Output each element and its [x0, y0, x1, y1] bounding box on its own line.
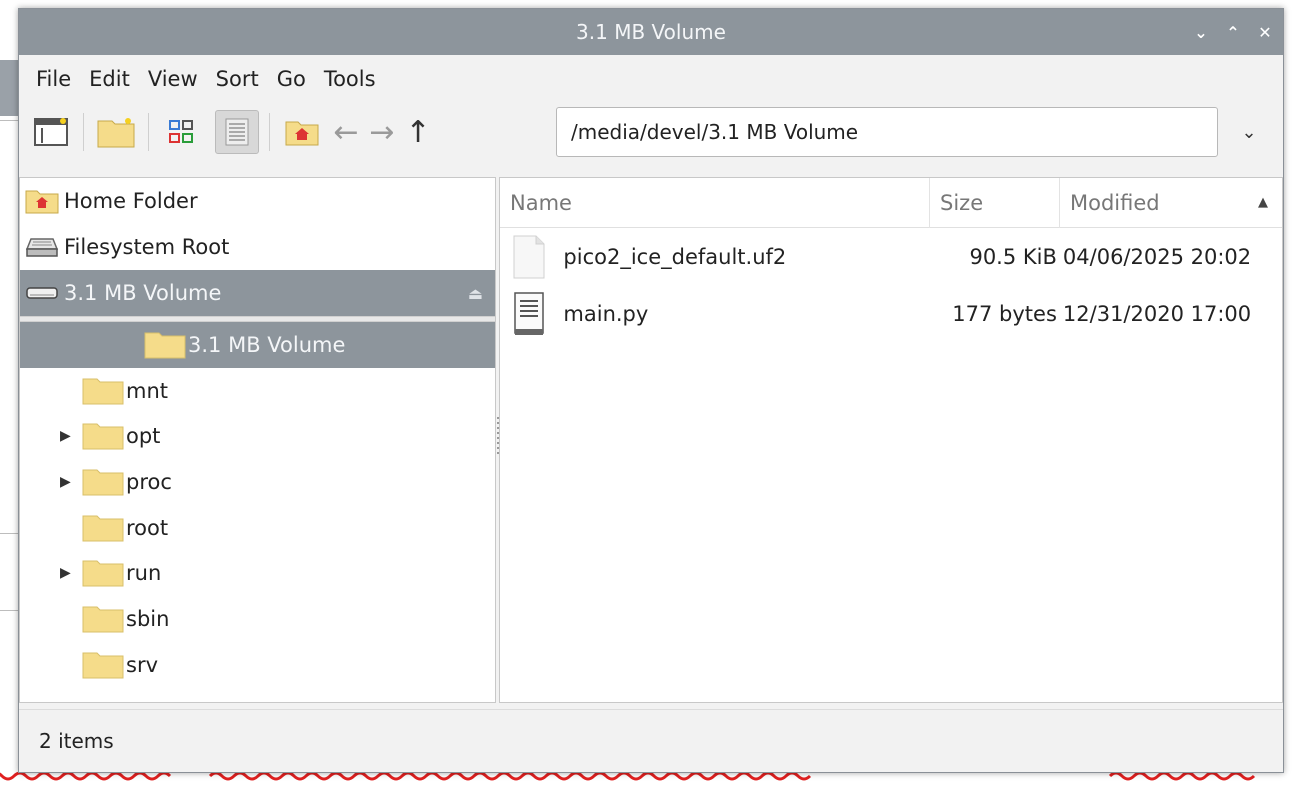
menu-bar: File Edit View Sort Go Tools	[19, 55, 1283, 103]
eject-icon[interactable]: ⏏	[468, 284, 483, 303]
expand-arrow-icon[interactable]: ▶	[60, 565, 71, 581]
column-modified[interactable]: Modified ▲	[1060, 178, 1282, 228]
icon-view-button[interactable]	[159, 110, 203, 154]
up-button[interactable]: ↑	[400, 115, 436, 150]
background-divider	[0, 533, 18, 534]
icon-view-icon	[169, 120, 193, 143]
folder-icon	[82, 423, 124, 450]
file-size: 90.5 KiB	[969, 244, 1057, 269]
place-label: 3.1 MB Volume	[64, 281, 222, 305]
expand-arrow-icon[interactable]: ▶	[60, 428, 71, 444]
tree-item-label: srv	[126, 652, 159, 677]
tree-item-label: sbin	[126, 606, 170, 631]
new-folder-button[interactable]	[94, 110, 138, 154]
menu-sort[interactable]: Sort	[207, 67, 268, 91]
toolbar-separator	[83, 113, 84, 151]
close-button[interactable]: ✕	[1257, 23, 1273, 42]
content-panes: Home Folder Filesystem Root 3.1 MB Volum…	[19, 177, 1283, 703]
place-filesystem-root[interactable]: Filesystem Root	[20, 224, 495, 270]
back-button[interactable]: ←	[328, 115, 364, 150]
sort-ascending-icon: ▲	[1258, 195, 1268, 210]
tree-item-label: opt	[126, 424, 161, 449]
place-label: Filesystem Root	[64, 235, 230, 259]
folder-icon	[82, 606, 124, 633]
folder-icon	[82, 515, 124, 542]
blank-file-icon	[506, 228, 551, 285]
window-controls: ⌄ ⌃ ✕	[1193, 9, 1273, 55]
folder-icon	[82, 378, 124, 405]
menu-edit[interactable]: Edit	[80, 67, 139, 91]
tree-item-label: 3.1 MB Volume	[188, 332, 346, 357]
menu-view[interactable]: View	[139, 67, 207, 91]
home-folder-icon	[285, 121, 319, 146]
folder-icon	[82, 652, 124, 679]
window-title: 3.1 MB Volume	[576, 20, 726, 44]
file-list: Name Size Modified ▲ pico2_ice_default.u…	[499, 177, 1283, 703]
place-label: Home Folder	[64, 189, 198, 213]
toolbar: ← → ↑ /media/devel/3.1 MB Volume ⌄	[19, 103, 1283, 161]
item-count: 2 items	[39, 729, 114, 753]
file-modified: 12/31/2020 17:00	[1062, 301, 1252, 326]
file-manager-window: 3.1 MB Volume ⌄ ⌃ ✕ File Edit View Sort …	[18, 8, 1284, 773]
home-folder-icon	[24, 189, 60, 214]
menu-file[interactable]: File	[27, 67, 80, 91]
column-size[interactable]: Size	[930, 178, 1060, 228]
tree-item[interactable]: srv	[20, 642, 495, 688]
expand-arrow-icon[interactable]: ▶	[60, 474, 71, 490]
toolbar-separator	[148, 113, 149, 151]
home-button[interactable]	[280, 110, 324, 154]
file-name: pico2_ice_default.uf2	[563, 244, 787, 269]
minimize-button[interactable]: ⌄	[1193, 23, 1209, 42]
tree-item-label: run	[126, 561, 162, 586]
tree-item-label: proc	[126, 469, 172, 494]
tree-item[interactable]: root	[20, 505, 495, 551]
side-pane: Home Folder Filesystem Root 3.1 MB Volum…	[19, 177, 496, 703]
menu-go[interactable]: Go	[268, 67, 315, 91]
tree-item[interactable]: ▶ run	[20, 550, 495, 596]
tree-item[interactable]: ▶ proc	[20, 459, 495, 505]
title-bar[interactable]: 3.1 MB Volume ⌄ ⌃ ✕	[19, 9, 1283, 55]
file-name: main.py	[563, 301, 649, 326]
background-divider	[0, 120, 18, 121]
file-row[interactable]: main.py 177 bytes 12/31/2020 17:00	[500, 285, 1282, 342]
place-home-folder[interactable]: Home Folder	[20, 178, 495, 224]
path-history-dropdown[interactable]: ⌄	[1229, 107, 1269, 157]
text-file-icon	[506, 285, 551, 342]
tree-item[interactable]: 3.1 MB Volume	[20, 322, 495, 368]
status-bar: 2 items	[19, 709, 1283, 772]
tree-item[interactable]: mnt	[20, 368, 495, 414]
place-volume[interactable]: 3.1 MB Volume ⏏	[20, 270, 495, 316]
toolbar-separator	[269, 113, 270, 151]
list-view-icon	[225, 118, 249, 146]
path-entry[interactable]: /media/devel/3.1 MB Volume	[556, 107, 1218, 157]
tree-item[interactable]: sbin	[20, 596, 495, 642]
tree-item[interactable]: ▶ opt	[20, 413, 495, 459]
list-view-button[interactable]	[215, 110, 259, 154]
file-size: 177 bytes	[952, 301, 1057, 326]
file-modified: 04/06/2025 20:02	[1062, 244, 1252, 269]
menu-tools[interactable]: Tools	[315, 67, 385, 91]
maximize-button[interactable]: ⌃	[1225, 23, 1241, 42]
column-name[interactable]: Name	[500, 178, 930, 228]
new-window-icon	[34, 118, 68, 146]
background-divider	[0, 610, 18, 611]
new-window-button[interactable]	[29, 110, 73, 154]
folder-icon	[144, 332, 186, 359]
background-window-edge	[0, 60, 18, 116]
file-row[interactable]: pico2_ice_default.uf2 90.5 KiB 04/06/202…	[500, 228, 1282, 285]
folder-icon	[82, 469, 124, 496]
column-modified-label: Modified	[1070, 190, 1160, 215]
column-headers: Name Size Modified ▲	[500, 178, 1282, 228]
drive-icon	[24, 235, 60, 259]
tree-item-label: root	[126, 515, 169, 540]
folder-icon	[82, 560, 124, 587]
tree-item-label: mnt	[126, 378, 168, 403]
removable-drive-icon	[24, 281, 60, 305]
new-folder-icon	[97, 118, 135, 148]
forward-button[interactable]: →	[364, 115, 400, 150]
